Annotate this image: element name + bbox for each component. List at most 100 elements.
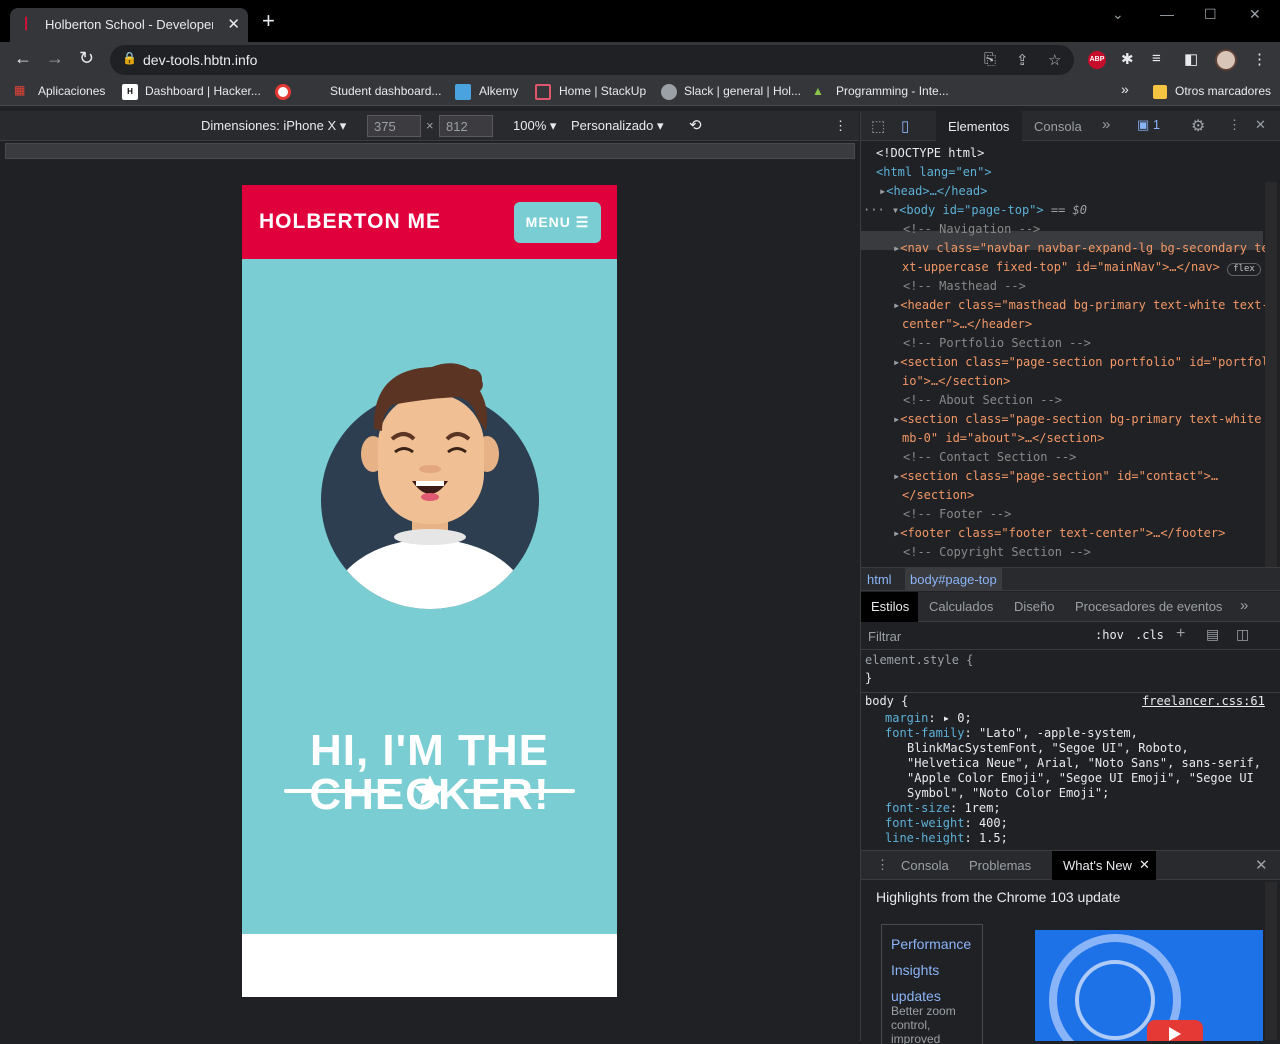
- filter-input[interactable]: Filtrar: [868, 629, 901, 644]
- portfolio-node-cont[interactable]: io">…</section>: [902, 372, 1010, 391]
- extensions-puzzle-icon[interactable]: ✱: [1121, 50, 1134, 68]
- more-subtabs-icon[interactable]: »: [1240, 597, 1248, 614]
- url-text[interactable]: dev-tools.hbtn.info: [143, 52, 257, 68]
- profile-avatar[interactable]: [1215, 49, 1237, 71]
- throttle-select[interactable]: Personalizado ▾: [571, 118, 664, 134]
- prop-line-height[interactable]: line-height: 1.5;: [885, 831, 1008, 846]
- height-input[interactable]: 812: [439, 115, 493, 137]
- html-node[interactable]: <html lang="en">: [876, 163, 992, 182]
- bookmark-student-dashboard[interactable]: Student dashboard...: [330, 84, 441, 98]
- apps-grid-icon[interactable]: ▦: [14, 83, 30, 99]
- crumb-html[interactable]: html: [867, 572, 892, 587]
- adblock-extension-icon[interactable]: ABP: [1088, 51, 1106, 69]
- comment-about[interactable]: <!-- About Section -->: [903, 391, 1062, 410]
- contact-node-cont[interactable]: </section>: [902, 486, 974, 505]
- bookmark-slack[interactable]: Slack | general | Hol...: [684, 84, 801, 98]
- cls-toggle[interactable]: .cls: [1135, 628, 1164, 642]
- maximize-button[interactable]: ☐: [1204, 6, 1217, 23]
- elements-scrollbar[interactable]: [1265, 182, 1277, 567]
- subtab-event-listeners[interactable]: Procesadores de eventos: [1075, 599, 1222, 614]
- comment-footer[interactable]: <!-- Footer -->: [903, 505, 1011, 524]
- inspect-element-icon[interactable]: ⬚: [871, 117, 885, 135]
- settings-gear-icon[interactable]: ⚙: [1191, 116, 1205, 136]
- paint-icon[interactable]: ▤: [1206, 626, 1219, 643]
- rotate-icon[interactable]: ⟲: [689, 116, 702, 134]
- bookmark-star-icon[interactable]: ☆: [1048, 51, 1061, 69]
- devtools-menu-icon[interactable]: ⋮: [1228, 117, 1241, 133]
- video-thumbnail[interactable]: [1035, 930, 1263, 1041]
- target-icon[interactable]: [275, 84, 291, 100]
- element-style-rule[interactable]: element.style {: [865, 653, 973, 668]
- more-tabs-icon[interactable]: »: [1102, 116, 1110, 133]
- device-more-icon[interactable]: ⋮: [834, 118, 847, 134]
- translate-icon[interactable]: ⎘: [984, 51, 996, 68]
- hov-toggle[interactable]: :hov: [1095, 628, 1124, 642]
- drawer-tab-whatsnew[interactable]: What's New: [1063, 858, 1132, 873]
- close-whatsnew-icon[interactable]: ✕: [1139, 857, 1150, 873]
- browser-tab[interactable]: ꟾ Holberton School - Developer tools ✕: [10, 8, 248, 42]
- zoom-select[interactable]: 100% ▾: [513, 118, 556, 134]
- nav-node[interactable]: ▸<nav class="navbar navbar-expand-lg bg-…: [893, 239, 1269, 258]
- tab-search-icon[interactable]: ⌄: [1112, 6, 1124, 23]
- bookmarks-overflow-button[interactable]: »: [1121, 81, 1129, 97]
- chrome-menu-icon[interactable]: ⋮: [1252, 50, 1267, 68]
- devtools-close-icon[interactable]: ✕: [1255, 117, 1266, 133]
- bookmark-aplicaciones[interactable]: Aplicaciones: [38, 84, 105, 98]
- navbar-brand[interactable]: HOLBERTON ME: [259, 210, 441, 234]
- tab-close-icon[interactable]: ✕: [227, 15, 240, 33]
- comment-portfolio[interactable]: <!-- Portfolio Section -->: [903, 334, 1091, 353]
- tab-console[interactable]: Consola: [1034, 119, 1082, 134]
- prop-font-family[interactable]: font-family: "Lato", -apple-system,: [885, 726, 1138, 741]
- side-panel-icon[interactable]: ◧: [1184, 50, 1198, 68]
- drawer-menu-icon[interactable]: ⋮: [876, 857, 889, 873]
- bookmark-programming[interactable]: Programming - Inte...: [836, 84, 949, 98]
- comment-contact[interactable]: <!-- Contact Section -->: [903, 448, 1076, 467]
- media-control-icon[interactable]: ≡: [1152, 50, 1161, 67]
- bookmark-dashboard-hacker[interactable]: Dashboard | Hacker...: [145, 84, 261, 98]
- sidebar-toggle-icon[interactable]: ◫: [1236, 626, 1249, 643]
- comment-navigation[interactable]: <!-- Navigation -->: [903, 220, 1040, 239]
- bookmark-other[interactable]: Otros marcadores: [1175, 84, 1271, 98]
- new-tab-button[interactable]: +: [262, 10, 275, 32]
- about-node-cont[interactable]: mb-0" id="about">…</section>: [902, 429, 1104, 448]
- footer-node[interactable]: ▸<footer class="footer text-center">…</f…: [893, 524, 1225, 543]
- prop-font-size[interactable]: font-size: 1rem;: [885, 801, 1001, 816]
- width-input[interactable]: 375: [367, 115, 421, 137]
- forward-arrow-icon[interactable]: →: [46, 48, 64, 69]
- body-node[interactable]: ··· ▾<body id="page-top"> == $0: [863, 201, 1087, 220]
- about-node[interactable]: ▸<section class="page-section bg-primary…: [893, 410, 1261, 429]
- whatsnew-scrollbar[interactable]: [1265, 882, 1277, 1040]
- issues-badge[interactable]: ▣ 1: [1137, 117, 1160, 133]
- comment-copyright[interactable]: <!-- Copyright Section -->: [903, 543, 1091, 562]
- drawer-tab-issues[interactable]: Problemas: [969, 858, 1031, 873]
- lock-icon[interactable]: 🔒: [122, 51, 137, 65]
- subtab-computed[interactable]: Calculados: [929, 599, 993, 614]
- crumb-body[interactable]: body#page-top: [905, 568, 1002, 590]
- subtab-layout[interactable]: Diseño: [1014, 599, 1054, 614]
- menu-button[interactable]: MENU ☰: [514, 202, 601, 243]
- doctype-node[interactable]: <!DOCTYPE html>: [876, 144, 984, 163]
- rule-source-link[interactable]: freelancer.css:61: [1142, 694, 1265, 709]
- bookmark-alkemy[interactable]: Alkemy: [479, 84, 518, 98]
- prop-font-weight[interactable]: font-weight: 400;: [885, 816, 1008, 831]
- body-rule-selector[interactable]: body {: [865, 694, 908, 709]
- back-arrow-icon[interactable]: ←: [14, 48, 32, 69]
- header-node-cont[interactable]: center">…</header>: [902, 315, 1032, 334]
- portfolio-node[interactable]: ▸<section class="page-section portfolio"…: [893, 353, 1269, 372]
- media-query-ruler[interactable]: [5, 143, 855, 159]
- drawer-tab-console[interactable]: Consola: [901, 858, 949, 873]
- share-icon[interactable]: ⇪: [1016, 51, 1029, 69]
- add-rule-icon[interactable]: +: [1176, 625, 1185, 643]
- comment-masthead[interactable]: <!-- Masthead -->: [903, 277, 1026, 296]
- nav-node-cont[interactable]: xt-uppercase fixed-top" id="mainNav">…</…: [902, 258, 1261, 277]
- address-bar[interactable]: 🔒 dev-tools.hbtn.info ⎘ ⇪ ☆: [110, 45, 1074, 75]
- flex-badge[interactable]: flex: [1227, 263, 1261, 276]
- head-node[interactable]: ▸<head>…</head>: [879, 182, 987, 201]
- prop-margin[interactable]: margin: ▸ 0;: [885, 711, 972, 726]
- reload-icon[interactable]: ↻: [79, 48, 94, 69]
- subtab-styles[interactable]: Estilos: [871, 599, 909, 614]
- close-window-button[interactable]: ✕: [1249, 6, 1261, 23]
- header-node[interactable]: ▸<header class="masthead bg-primary text…: [893, 296, 1269, 315]
- tab-elements[interactable]: Elementos: [948, 119, 1009, 134]
- feature-link[interactable]: Performance Insights updates: [891, 931, 981, 1009]
